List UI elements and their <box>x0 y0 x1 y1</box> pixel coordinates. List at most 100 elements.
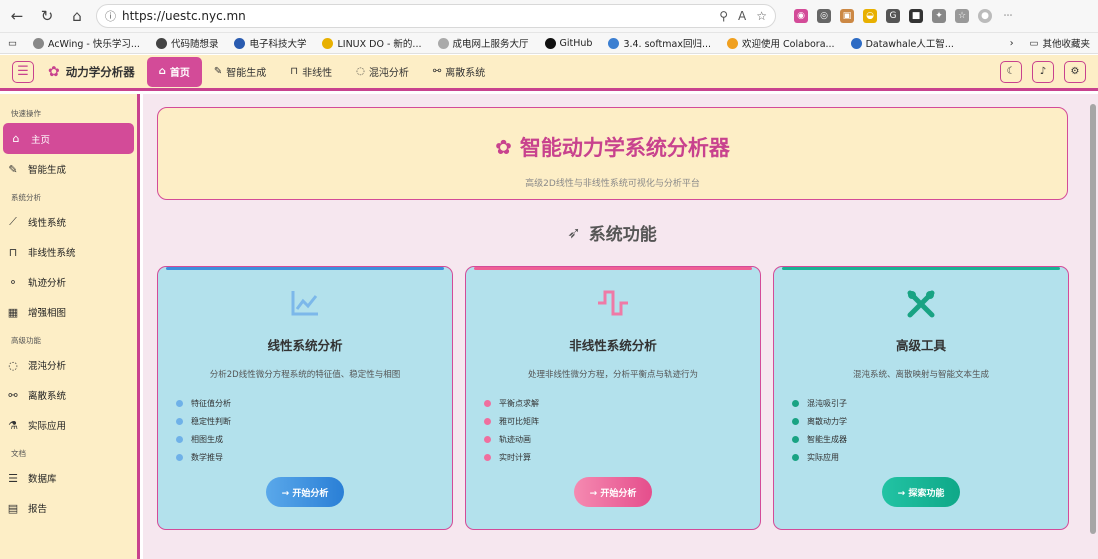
chevron-right-icon[interactable]: › <box>1010 38 1014 49</box>
favorite-star-icon[interactable]: ☆ <box>756 9 767 23</box>
card-title: 非线性系统分析 <box>569 338 657 353</box>
sidebar-item-nonlinear[interactable]: ⊓ 非线性系统 <box>0 237 137 267</box>
sidebar-item-report[interactable]: ▤ 报告 <box>0 493 137 523</box>
settings-button[interactable]: ⚙ <box>1064 60 1086 83</box>
extension-icon[interactable]: G <box>886 9 900 23</box>
grid-icon: ▦ <box>7 305 19 319</box>
line-chart-icon <box>158 289 452 321</box>
feature-list: 平衡点求解 雅可比矩阵 轨迹动画 实时计算 <box>484 394 760 466</box>
tab-chaos[interactable]: ◌ 混沌分析 <box>344 57 421 87</box>
browser-toolbar: ← ↻ ⌂ ⓘ https://uestc.nyc.mn ⚲ A ☆ ◉ ◎ ▣… <box>0 0 1098 33</box>
bookmark-item[interactable]: 电子科技大学 <box>234 36 306 50</box>
extension-icon[interactable]: ◒ <box>863 9 877 23</box>
bookmark-item[interactable]: GitHub <box>544 37 592 49</box>
brand[interactable]: ✿ 动力学分析器 <box>48 64 135 80</box>
sidebar-section-title: 高级功能 <box>11 336 41 345</box>
route-icon: ⚬ <box>8 275 18 289</box>
feature-list: 混沌吸引子 离散动力学 智能生成器 实际应用 <box>792 394 1068 466</box>
sidebar-item-discrete[interactable]: ⚯ 离散系统 <box>0 380 137 410</box>
sidebar: 快速操作 ⌂ 主页 ✎ 智能生成 系统分析 ⟋ 线性系统 ⊓ 非线性系统 ⚬ 轨迹分析 ▦… <box>0 94 140 559</box>
page-subtitle: 高级2D线性与非线性系统可视化与分析平台 <box>525 179 700 189</box>
more-menu-icon[interactable]: ⋯ <box>1001 9 1015 23</box>
reload-icon[interactable]: ↻ <box>36 5 58 27</box>
info-icon[interactable]: ⓘ <box>105 8 116 24</box>
tab-nonlinear[interactable]: ⊓ 非线性 <box>278 57 344 87</box>
extension-icon[interactable]: ◎ <box>817 9 831 23</box>
tab-home[interactable]: ⌂ 首页 <box>146 56 202 87</box>
bookmark-app-icon[interactable]: ▭ <box>8 38 17 49</box>
atom-icon: ✿ <box>495 135 512 159</box>
section-title: ➶ 系统功能 <box>567 223 657 245</box>
dark-mode-button[interactable]: ☾ <box>1000 60 1022 83</box>
bell-icon: ♪ <box>1039 66 1047 77</box>
explore-button[interactable]: → 探索功能 <box>882 477 960 507</box>
list-item: 特征值分析 <box>176 394 452 412</box>
card-title: 高级工具 <box>895 338 946 353</box>
sidebar-item-trajectory[interactable]: ⚬ 轨迹分析 <box>0 267 137 297</box>
nav-tabs: ⌂ 首页 ✎ 智能生成 ⊓ 非线性 ◌ 混沌分析 ⚯ 离散系统 <box>146 56 498 87</box>
url-text[interactable]: https://uestc.nyc.mn <box>122 9 246 23</box>
extension-icon[interactable]: ▣ <box>840 9 854 23</box>
bookmark-item[interactable]: 欢迎使用 Colabora... <box>727 36 835 50</box>
list-item: 混沌吸引子 <box>792 394 1068 412</box>
tab-smart-generate[interactable]: ✎ 智能生成 <box>202 57 278 87</box>
tab-discrete[interactable]: ⚯ 离散系统 <box>421 57 497 87</box>
bookmark-item[interactable]: Datawhale人工智... <box>850 36 954 50</box>
home-icon: ⌂ <box>158 66 166 77</box>
list-item: 实际应用 <box>792 448 1068 466</box>
scrollbar[interactable] <box>1090 104 1096 534</box>
list-item: 轨迹动画 <box>484 430 760 448</box>
bookmark-item[interactable]: AcWing - 快乐学习... <box>32 36 140 50</box>
puzzle-icon[interactable]: ✦ <box>932 9 946 23</box>
main-content: ✿ 智能动力学系统分析器 高级2D线性与非线性系统可视化与分析平台 ➶ 系统功能… <box>143 94 1098 559</box>
start-analysis-button[interactable]: → 开始分析 <box>266 477 344 507</box>
atom-icon: ✿ <box>48 63 60 80</box>
gear-icon: ⚙ <box>1070 66 1080 77</box>
pen-icon: ✎ <box>8 162 18 176</box>
sidebar-item-phase-portrait[interactable]: ▦ 增强相图 <box>0 297 137 327</box>
spinner-icon: ◌ <box>356 66 365 77</box>
sidebar-item-chaos[interactable]: ◌ 混沌分析 <box>0 350 137 380</box>
extension-icon[interactable]: ■ <box>909 9 923 23</box>
read-aloud-icon[interactable]: A <box>738 9 746 23</box>
feature-card-linear: 线性系统分析 分析2D线性微分方程系统的特征值、稳定性与相图 特征值分析 稳定性… <box>157 266 453 530</box>
bookmarks-bar: ▭ AcWing - 快乐学习... 代码随想录 电子科技大学 LINUX DO… <box>0 33 1098 54</box>
extension-icon[interactable]: ◉ <box>794 9 808 23</box>
sidebar-section-title: 快速操作 <box>11 109 41 118</box>
menu-toggle-button[interactable]: ☰ <box>12 60 34 83</box>
wave-icon <box>466 289 760 321</box>
profile-avatar[interactable]: ● <box>978 9 992 23</box>
hero-title-row: ✿ 智能动力学系统分析器 <box>158 132 1067 162</box>
app-root: ☰ ✿ 动力学分析器 ⌂ 首页 ✎ 智能生成 ⊓ 非线性 ◌ 混沌分析 ⚯ 离散系统 ☾ … <box>0 55 1098 559</box>
card-description: 分析2D线性微分方程系统的特征值、稳定性与相图 <box>209 370 401 380</box>
zoom-icon[interactable]: ⚲ <box>719 9 728 23</box>
back-icon[interactable]: ← <box>6 5 28 27</box>
bookmark-item[interactable]: 成电网上服务大厅 <box>437 36 529 50</box>
feature-list: 特征值分析 稳定性判断 相图生成 数学推导 <box>176 394 452 466</box>
bookmark-item[interactable]: 代码随想录 <box>155 36 218 50</box>
wave-icon: ⊓ <box>8 245 18 259</box>
card-title: 线性系统分析 <box>267 338 343 353</box>
sidebar-item-home[interactable]: ⌂ 主页 <box>3 123 134 154</box>
list-item: 平衡点求解 <box>484 394 760 412</box>
page-title: 智能动力学系统分析器 <box>519 136 730 160</box>
line-chart-icon: ⟋ <box>9 215 17 228</box>
bookmark-item[interactable]: 3.4. softmax回归... <box>608 36 711 50</box>
notifications-button[interactable]: ♪ <box>1032 60 1054 83</box>
sidebar-item-linear[interactable]: ⟋ 线性系统 <box>0 207 137 237</box>
bookmark-item[interactable]: LINUX DO - 新的... <box>322 36 422 50</box>
wave-icon: ⊓ <box>290 66 299 77</box>
favorites-icon[interactable]: ☆ <box>955 9 969 23</box>
list-item: 雅可比矩阵 <box>484 412 760 430</box>
list-item: 智能生成器 <box>792 430 1068 448</box>
home-browser-icon[interactable]: ⌂ <box>66 5 88 27</box>
start-analysis-button[interactable]: → 开始分析 <box>574 477 652 507</box>
sidebar-item-smart-generate[interactable]: ✎ 智能生成 <box>0 154 137 184</box>
list-item: 离散动力学 <box>792 412 1068 430</box>
address-bar[interactable]: ⓘ https://uestc.nyc.mn ⚲ A ☆ <box>96 4 776 28</box>
spinner-icon: ◌ <box>8 358 18 372</box>
other-bookmarks[interactable]: ▭ 其他收藏夹 <box>1030 36 1091 51</box>
sidebar-item-database[interactable]: ☰ 数据库 <box>0 463 137 493</box>
list-item: 稳定性判断 <box>176 412 452 430</box>
sidebar-item-applications[interactable]: ⚗ 实际应用 <box>0 410 137 440</box>
